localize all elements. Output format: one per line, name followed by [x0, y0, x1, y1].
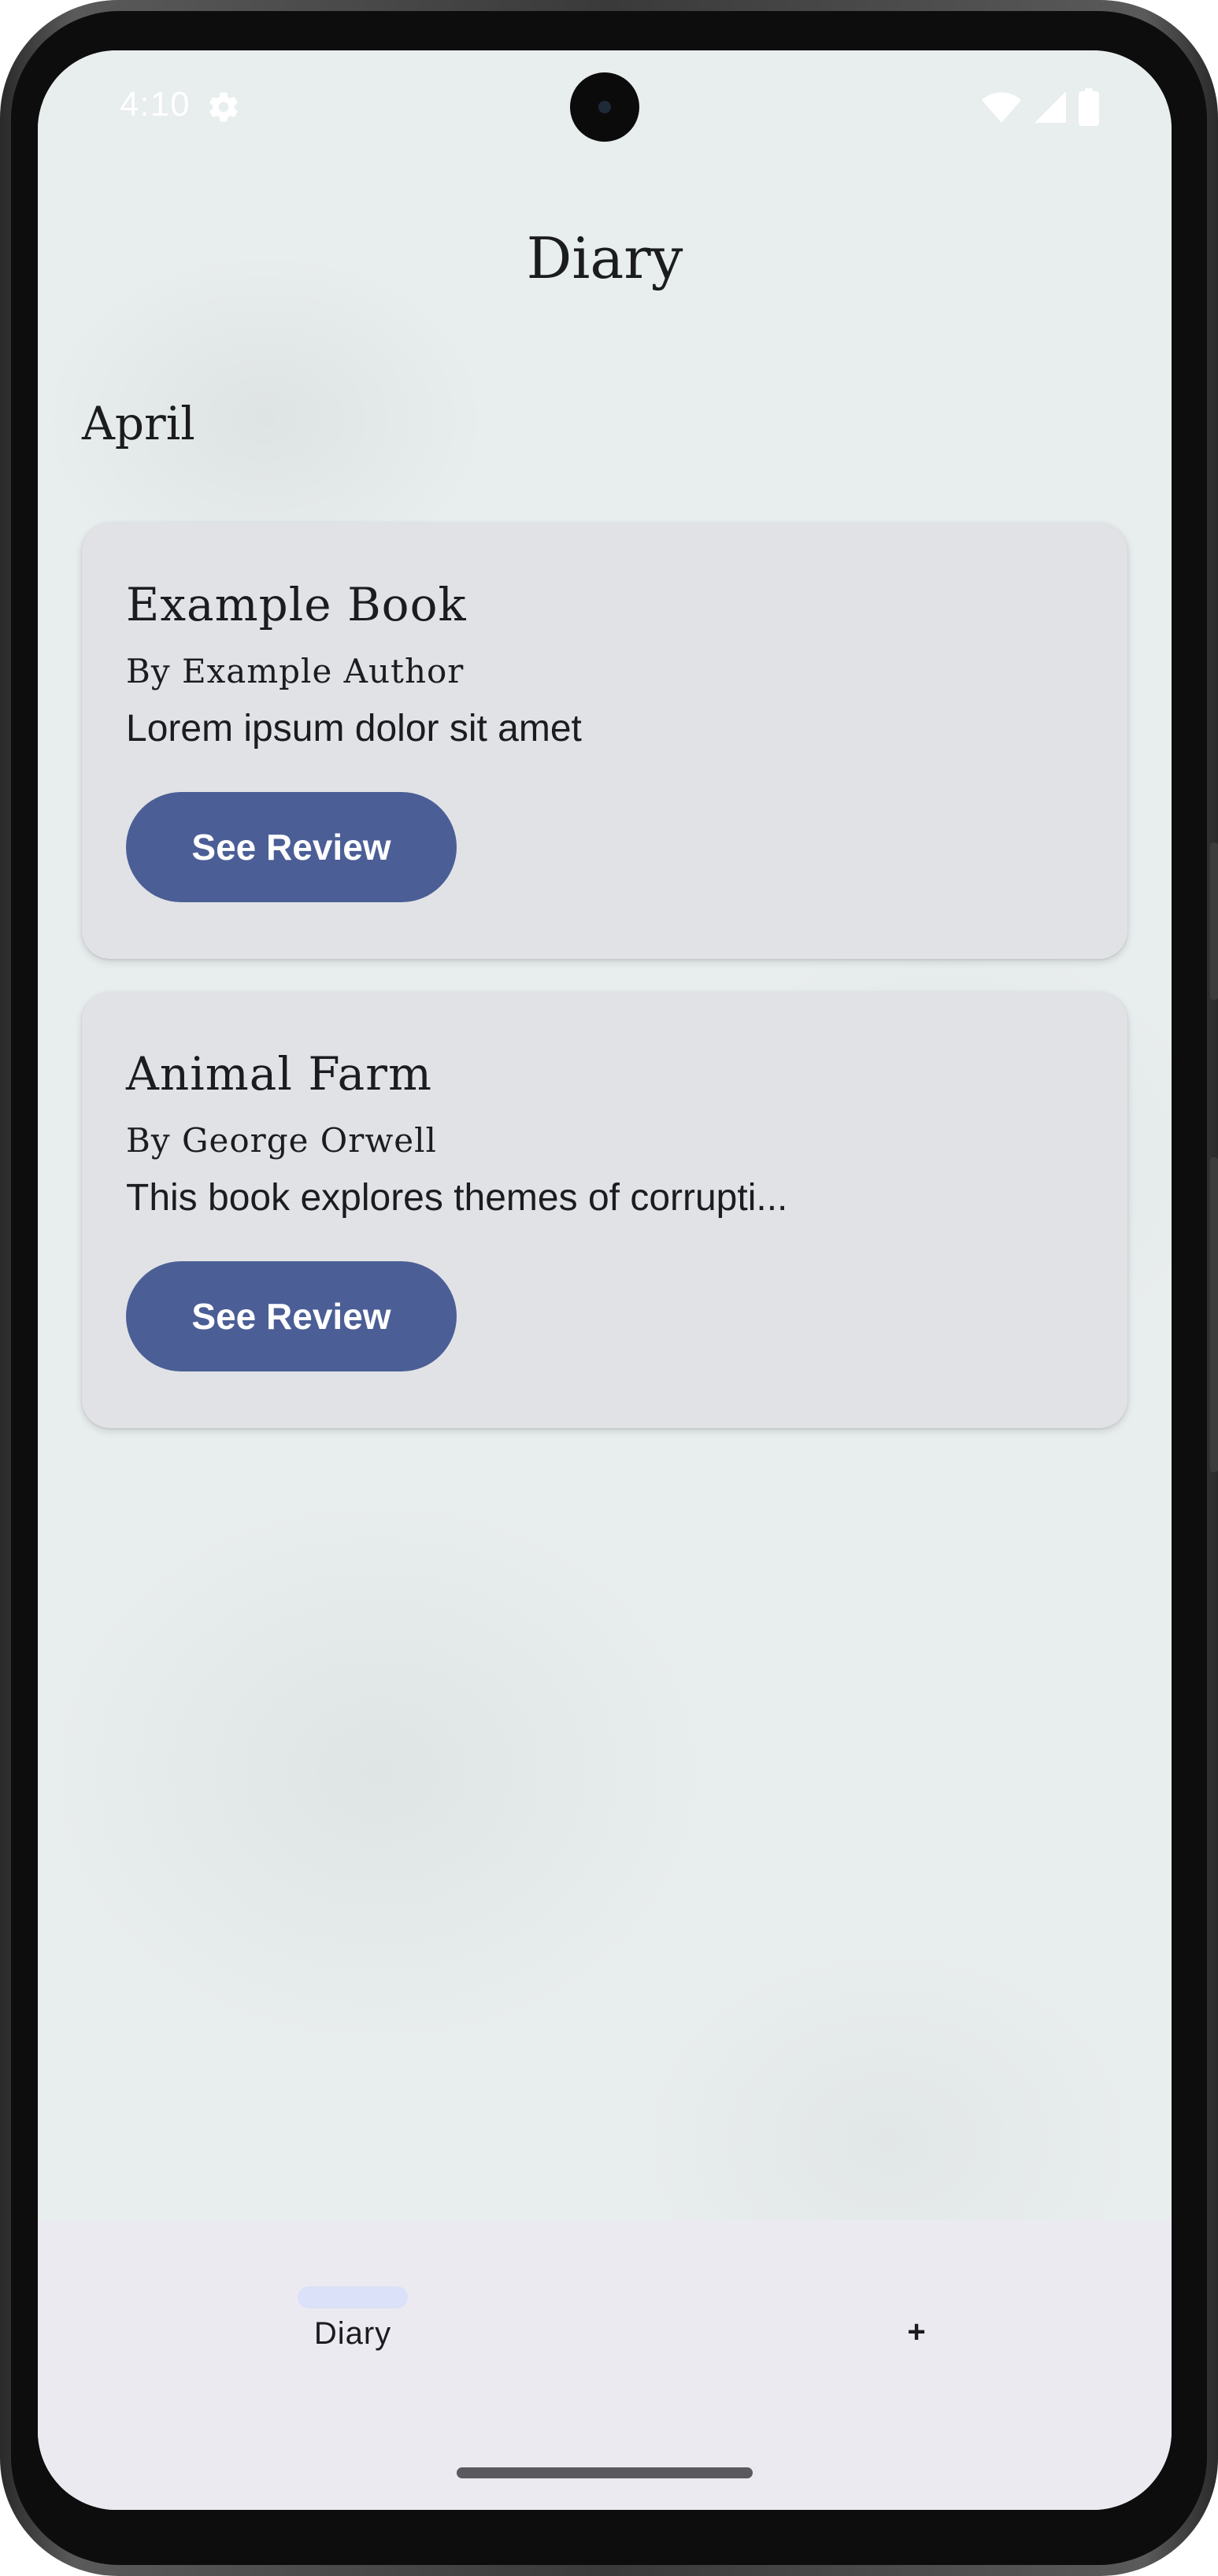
review-excerpt: This book explores themes of corrupti...: [126, 1177, 788, 1219]
wifi-icon: [981, 90, 1022, 128]
see-review-button[interactable]: See Review: [126, 1261, 457, 1371]
volume-button: [1210, 1157, 1218, 1472]
cellular-signal-icon: [1033, 90, 1068, 128]
book-title: Example Book: [126, 578, 467, 631]
gear-icon: [206, 90, 241, 124]
book-author: By George Orwell: [126, 1121, 437, 1160]
phone-frame: 4:10 Diary April Example Book By Example…: [0, 0, 1218, 2576]
power-button: [1210, 842, 1218, 1000]
nav-active-indicator: [298, 2286, 408, 2308]
book-title: Animal Farm: [126, 1047, 432, 1101]
review-excerpt: Lorem ipsum dolor sit amet: [126, 708, 582, 749]
screen: 4:10 Diary April Example Book By Example…: [38, 50, 1172, 2510]
status-bar: 4:10: [38, 50, 1172, 161]
nav-label: Diary: [313, 2316, 392, 2351]
plus-icon: +: [907, 2315, 926, 2349]
book-card: Animal Farm By George Orwell This book e…: [82, 992, 1127, 1428]
status-icons: [981, 87, 1099, 130]
bottom-navigation: Diary +: [38, 2220, 1172, 2510]
page-title: Diary: [526, 225, 683, 291]
section-month-heading: April: [82, 397, 195, 450]
nav-item-add[interactable]: +: [838, 2283, 995, 2401]
book-author: By Example Author: [126, 652, 465, 690]
see-review-button[interactable]: See Review: [126, 792, 457, 902]
battery-icon: [1079, 87, 1099, 130]
gesture-handle[interactable]: [457, 2467, 753, 2478]
front-camera: [570, 72, 639, 142]
nav-item-diary[interactable]: Diary: [235, 2283, 471, 2401]
status-time: 4:10: [120, 85, 191, 124]
book-card: Example Book By Example Author Lorem ips…: [82, 523, 1127, 959]
